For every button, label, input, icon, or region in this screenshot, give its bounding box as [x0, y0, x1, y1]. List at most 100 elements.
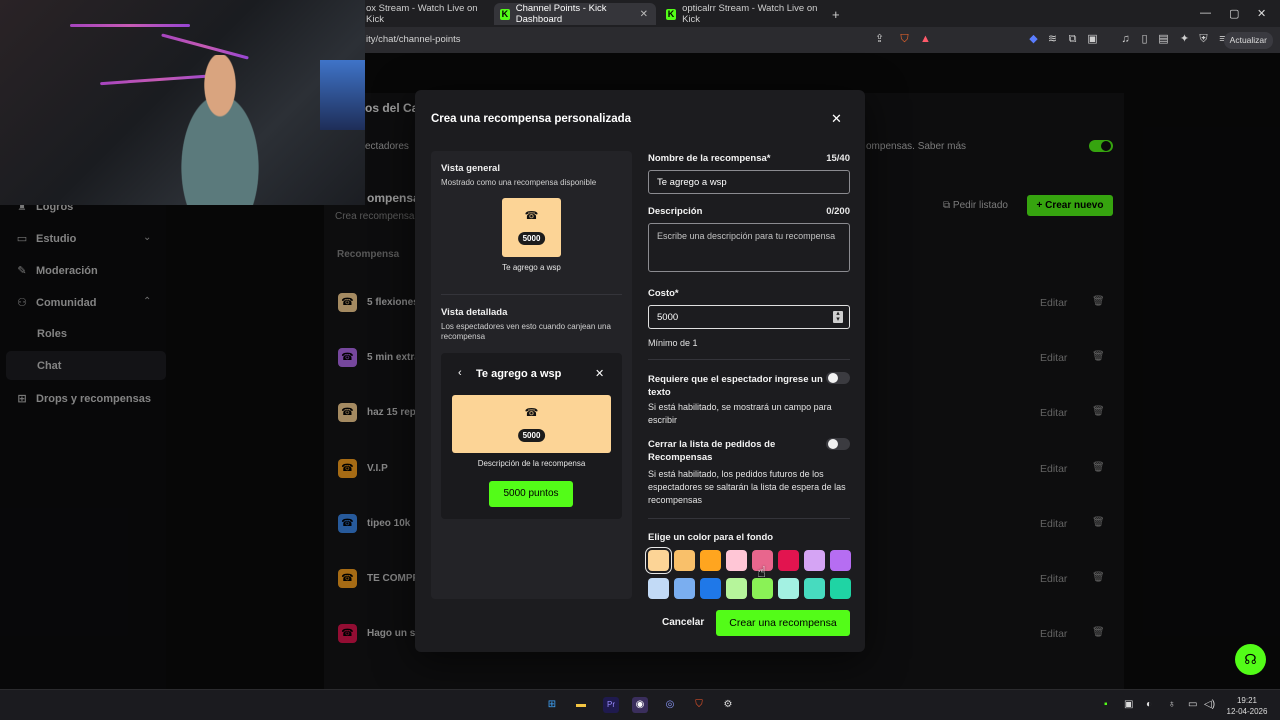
tab-label: opticalrr Stream - Watch Live on Kick	[682, 3, 818, 25]
mouse-cursor: ☝	[757, 564, 767, 581]
color-swatch[interactable]	[648, 578, 669, 599]
tab-stream-1[interactable]: ox Stream - Watch Live on Kick	[360, 3, 490, 25]
cost-pill: 5000	[517, 232, 546, 245]
screenshot-icon[interactable]: ▣	[1086, 33, 1099, 46]
description-textarea[interactable]: Escribe una descripción para tu recompen…	[648, 223, 850, 272]
close-icon[interactable]: ✕	[640, 9, 648, 20]
obs-icon[interactable]: ◉	[632, 697, 648, 713]
reward-preview-panel: Vista general Mostrado como una recompen…	[431, 151, 632, 599]
discord-icon[interactable]: ◎	[662, 697, 678, 713]
require-text-label: Requiere que el espectador ingrese un te…	[648, 374, 823, 398]
require-text-toggle[interactable]	[826, 372, 850, 384]
color-swatch[interactable]	[830, 578, 851, 599]
kick-icon: K	[666, 8, 677, 20]
update-button[interactable]: Actualizar	[1223, 32, 1273, 49]
clock-date: 12-04-2026	[1226, 707, 1268, 716]
toggle-knob	[828, 373, 838, 383]
close-list-toggle[interactable]	[826, 438, 850, 450]
tray-app-icon[interactable]: ◐	[1146, 699, 1152, 710]
detail-description: Descripción de la recompensa	[477, 459, 586, 468]
ai-icon[interactable]: ✦	[1178, 33, 1191, 46]
tray-app-icon[interactable]: ▣	[1124, 699, 1133, 710]
chevron-left-icon[interactable]: ‹	[458, 367, 462, 379]
overview-heading: Vista general	[441, 163, 500, 174]
minimize-icon[interactable]: —	[1200, 7, 1211, 19]
color-swatch[interactable]	[778, 578, 799, 599]
toggle-knob	[828, 439, 838, 449]
tray-app-icon[interactable]: ▪	[1104, 699, 1108, 710]
brave-icon[interactable]: ⛉	[691, 697, 707, 713]
vpn-icon[interactable]: ⛨	[1197, 33, 1210, 46]
big-reward-card: ☎ 5000	[452, 395, 611, 453]
divider	[648, 518, 850, 519]
url-field[interactable]: ity/chat/channel-points	[366, 34, 461, 45]
color-swatch[interactable]	[726, 550, 747, 571]
close-icon[interactable]: ✕	[831, 111, 842, 127]
music-icon[interactable]: ♫	[1119, 33, 1132, 46]
puzzle-icon[interactable]: ⧉	[1066, 33, 1079, 46]
led-strip	[70, 24, 190, 27]
small-reward-name: Te agrego a wsp	[502, 263, 561, 272]
volume-icon[interactable]: ◁)	[1204, 699, 1215, 710]
support-chat-button[interactable]: ☊	[1235, 644, 1266, 675]
detail-title: Te agrego a wsp	[476, 368, 562, 380]
color-swatch[interactable]	[700, 550, 721, 571]
name-counter: 15/40	[826, 153, 850, 164]
cost-minimum: Mínimo de 1	[648, 338, 698, 348]
new-tab-button[interactable]: +	[826, 3, 846, 25]
close-window-icon[interactable]: ✕	[1257, 7, 1266, 20]
color-swatch[interactable]	[726, 578, 747, 599]
maximize-icon[interactable]: ▢	[1229, 7, 1239, 20]
create-reward-button[interactable]: Crear una recompensa	[716, 610, 850, 636]
tab-opticalrr[interactable]: K opticalrr Stream - Watch Live on Kick	[660, 3, 825, 25]
color-swatch[interactable]	[752, 578, 773, 599]
color-swatch[interactable]	[648, 550, 669, 571]
cost-value: 5000	[657, 312, 679, 323]
cost-input[interactable]: 5000 ▴ ▾	[648, 305, 850, 329]
divider	[441, 294, 622, 295]
cost-label: Costo*	[648, 288, 679, 299]
microphone-icon[interactable]: ♁	[1168, 699, 1176, 710]
divider	[648, 359, 850, 360]
webcam-monitor	[320, 60, 365, 130]
color-swatch[interactable]	[674, 550, 695, 571]
close-list-label: Cerrar la lista de pedidos de Recompensa…	[648, 439, 776, 463]
color-swatch[interactable]	[700, 578, 721, 599]
color-swatch[interactable]	[804, 550, 825, 571]
brave-shield-icon[interactable]: ⛉	[898, 33, 911, 46]
color-swatch[interactable]	[674, 578, 695, 599]
share-icon[interactable]: ⇪	[873, 33, 886, 46]
cost-pill: 5000	[517, 429, 546, 442]
color-swatch[interactable]	[804, 578, 825, 599]
reward-name-input[interactable]: Te agrego a wsp	[648, 170, 850, 194]
webcam-overlay	[0, 0, 365, 205]
description-counter: 0/200	[826, 206, 850, 217]
system-clock[interactable]: 19:21 12-04-2026	[1222, 695, 1272, 717]
network-icon[interactable]: ▭	[1188, 699, 1197, 710]
close-icon[interactable]: ✕	[595, 367, 604, 380]
color-swatch[interactable]	[778, 550, 799, 571]
steam-icon[interactable]: ⚙	[720, 697, 736, 713]
windows-start-icon[interactable]: ⊞	[544, 697, 560, 713]
premiere-icon[interactable]: Pr	[603, 697, 619, 713]
detail-preview-card: ‹ Te agrego a wsp ✕ ☎ 5000 Descripción d…	[441, 353, 622, 519]
detail-subtitle: Los espectadores ven esto cuando canjean…	[441, 322, 611, 341]
sidebar-icon[interactable]: ▯	[1138, 33, 1151, 46]
rewards-icon[interactable]: ▲	[919, 33, 932, 46]
kick-icon: K	[500, 8, 510, 20]
taskbar: ⊞ ▬ Pr ◉ ◎ ⛉ ⚙ ▪ ▣ ◐ ♁ ▭ ◁) 19:21 12-04-…	[0, 689, 1280, 720]
file-explorer-icon[interactable]: ▬	[573, 697, 589, 713]
cancel-button[interactable]: Cancelar	[662, 617, 704, 628]
color-label: Elige un color para el fondo	[648, 532, 774, 543]
tab-channel-points[interactable]: K Channel Points - Kick Dashboard ✕	[494, 3, 656, 25]
wallet-icon[interactable]: ▤	[1157, 33, 1170, 46]
modal-title: Crea una recompensa personalizada	[431, 113, 632, 125]
tab-label: Channel Points - Kick Dashboard	[515, 3, 607, 25]
extension-icon[interactable]: ◆	[1027, 33, 1040, 46]
description-label: Descripción	[648, 206, 703, 217]
tab-label: ox Stream - Watch Live on Kick	[366, 3, 478, 25]
color-swatch[interactable]	[830, 550, 851, 571]
quantity-stepper[interactable]: ▴ ▾	[833, 310, 843, 323]
redeem-button[interactable]: 5000 puntos	[489, 481, 573, 507]
audio-icon[interactable]: ≋	[1046, 33, 1059, 46]
